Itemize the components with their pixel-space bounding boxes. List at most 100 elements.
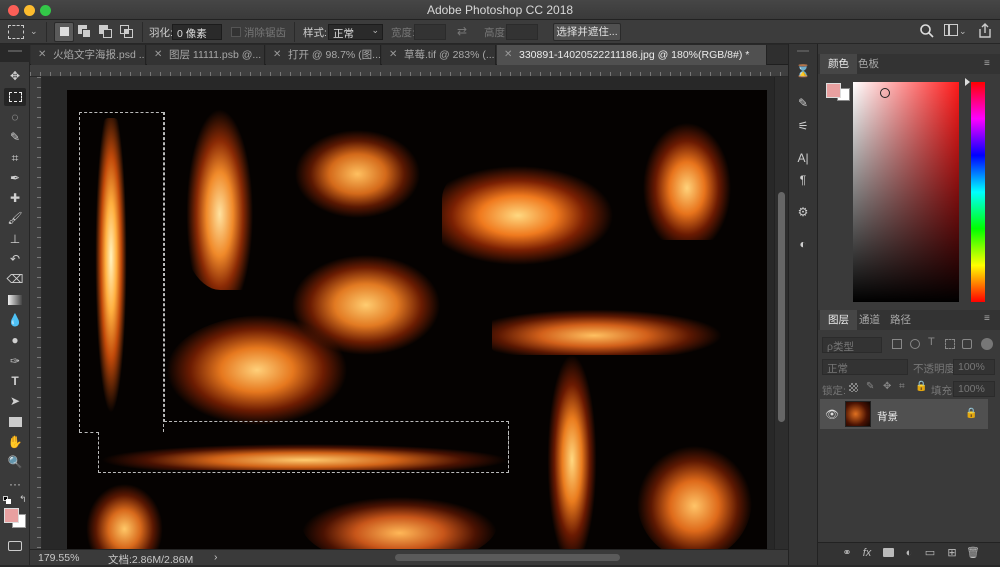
selection-marquee-join[interactable] [79,432,99,433]
blend-mode-select[interactable]: 正常 [822,359,908,375]
lasso-tool-icon[interactable]: ◌ [4,108,26,126]
new-layer-icon[interactable]: ⊞ [945,546,959,560]
tab-document-1[interactable]: ✕ 火焰文字海报.psd ... [31,45,146,65]
filter-smart-object-icon[interactable] [962,339,972,349]
toolbar-grip[interactable] [8,50,22,52]
select-and-mask-button[interactable]: 选择并遮住... [553,23,621,41]
swap-colors-icon[interactable]: ↰ [19,494,27,505]
gradient-tool-icon[interactable] [4,291,26,309]
close-icon[interactable]: ✕ [38,45,46,65]
rectangle-tool-icon[interactable] [4,413,26,431]
clone-stamp-tool-icon[interactable]: ⊥ [4,230,26,248]
foreground-color-swatch[interactable] [4,508,19,523]
zoom-level[interactable]: 179.55% [38,552,79,564]
blur-tool-icon[interactable]: 💧 [4,311,26,329]
selection-marquee-edge[interactable] [164,112,165,422]
filter-adjustment-icon[interactable] [910,339,920,349]
quick-mask-icon[interactable] [4,537,26,555]
height-input[interactable] [506,24,538,40]
layer-filter-select[interactable]: ρ类型 [822,337,882,353]
layer-name[interactable]: 背景 [877,409,898,424]
healing-brush-tool-icon[interactable]: ✚ [4,189,26,207]
lock-transparency-icon[interactable] [849,383,858,392]
antialias-checkbox[interactable] [231,27,241,37]
subtract-from-selection-icon[interactable] [99,25,113,39]
properties-panel-icon[interactable]: ⚙ [795,204,811,220]
opacity-input[interactable]: 100% [953,359,995,375]
hue-slider[interactable] [971,82,985,302]
zoom-tool-icon[interactable]: 🔍 [4,453,26,471]
paragraph-panel-icon[interactable]: ¶ [795,172,811,188]
hand-tool-icon[interactable]: ✋ [4,433,26,451]
filter-type-icon[interactable]: T [928,336,935,348]
default-colors-icon[interactable] [3,496,11,504]
history-panel-icon[interactable]: ⌛ [795,63,811,79]
workspace-icon[interactable] [944,24,958,36]
strip-grip[interactable] [797,50,809,52]
more-tools-icon[interactable]: ··· [4,475,26,493]
move-tool-icon[interactable]: ✥ [4,67,26,85]
marquee-tool-preset-icon[interactable] [8,25,24,39]
share-icon[interactable] [977,22,993,39]
vertical-ruler[interactable] [30,77,42,549]
selection-marquee-vertical[interactable] [79,112,164,432]
layer-style-icon[interactable]: fx [860,546,874,560]
tab-document-active[interactable]: ✕ 330891-14020522211186.jpg @ 180%(RGB/8#… [497,45,767,65]
rectangular-marquee-tool-icon[interactable] [4,88,26,106]
path-selection-tool-icon[interactable]: ➤ [4,392,26,410]
history-brush-tool-icon[interactable]: ↶ [4,250,26,268]
link-layers-icon[interactable]: ⚭ [840,546,854,560]
close-icon[interactable]: ✕ [389,45,397,65]
close-icon[interactable]: ✕ [504,45,512,65]
horizontal-scrollbar[interactable] [395,554,620,561]
status-menu-arrow[interactable]: › [214,551,218,563]
tab-paths[interactable]: 路径 [882,310,919,330]
tab-document-2[interactable]: ✕ 图层 11111.psb @... [147,45,265,65]
delete-layer-icon[interactable]: 🗑 [966,546,980,560]
close-icon[interactable]: ✕ [154,45,162,65]
tab-document-3[interactable]: ✕ 打开 @ 98.7% (图... [266,45,381,65]
dodge-tool-icon[interactable]: ● [4,331,26,349]
search-icon[interactable] [919,23,935,39]
panel-menu-icon[interactable]: ≡ [984,313,990,324]
lock-all-icon[interactable]: 🔒 [915,381,927,392]
eyedropper-tool-icon[interactable]: ✒ [4,169,26,187]
eraser-tool-icon[interactable]: ⌫ [4,270,26,288]
feather-input[interactable]: 0 像素 [172,24,222,40]
panel-menu-icon[interactable]: ≡ [984,58,990,69]
hue-slider-handle[interactable] [965,78,970,86]
add-to-selection-icon[interactable] [78,25,92,39]
tab-document-4[interactable]: ✕ 草莓.tif @ 283% (... [382,45,496,65]
close-icon[interactable]: ✕ [273,45,281,65]
new-selection-button[interactable] [54,22,74,42]
type-tool-icon[interactable]: T [4,372,26,390]
chevron-down-icon[interactable]: ⌄ [30,26,38,37]
tab-swatches[interactable]: 色板 [850,54,887,74]
chevron-down-icon[interactable]: ⌄ [959,26,967,37]
color-picker-cursor[interactable] [880,88,890,98]
filter-pixel-icon[interactable] [892,339,902,349]
new-group-icon[interactable]: ▭ [923,546,937,560]
filter-shape-icon[interactable] [945,339,955,349]
crop-tool-icon[interactable]: ⌗ [4,149,26,167]
brushes-panel-icon[interactable]: ✎ [795,95,811,111]
width-input[interactable] [414,24,446,40]
canvas-area[interactable] [42,77,774,549]
intersect-selection-icon[interactable] [120,25,134,39]
lock-position-icon[interactable]: ✥ [883,381,891,392]
quick-selection-tool-icon[interactable]: ✎ [4,128,26,146]
horizontal-ruler[interactable] [30,65,788,77]
swap-width-height-icon[interactable]: ⇄ [457,24,467,38]
filter-toggle-icon[interactable] [981,338,993,350]
adjustment-layer-icon[interactable]: ◐ [902,546,916,560]
color-picker-field[interactable] [853,82,959,302]
adjustments-panel-icon[interactable]: ◐ [795,236,811,252]
scrollbar-thumb[interactable] [778,192,785,422]
selection-marquee-horizontal[interactable] [98,432,509,473]
lock-artboard-icon[interactable]: ⌗ [899,381,905,392]
lock-pixels-icon[interactable]: ✎ [866,381,874,392]
brush-tool-icon[interactable]: 🖌 [4,209,26,227]
layer-lock-icon[interactable]: 🔒 [965,408,977,419]
fill-input[interactable]: 100% [953,381,995,397]
brush-settings-icon[interactable]: ⚟ [795,118,811,134]
